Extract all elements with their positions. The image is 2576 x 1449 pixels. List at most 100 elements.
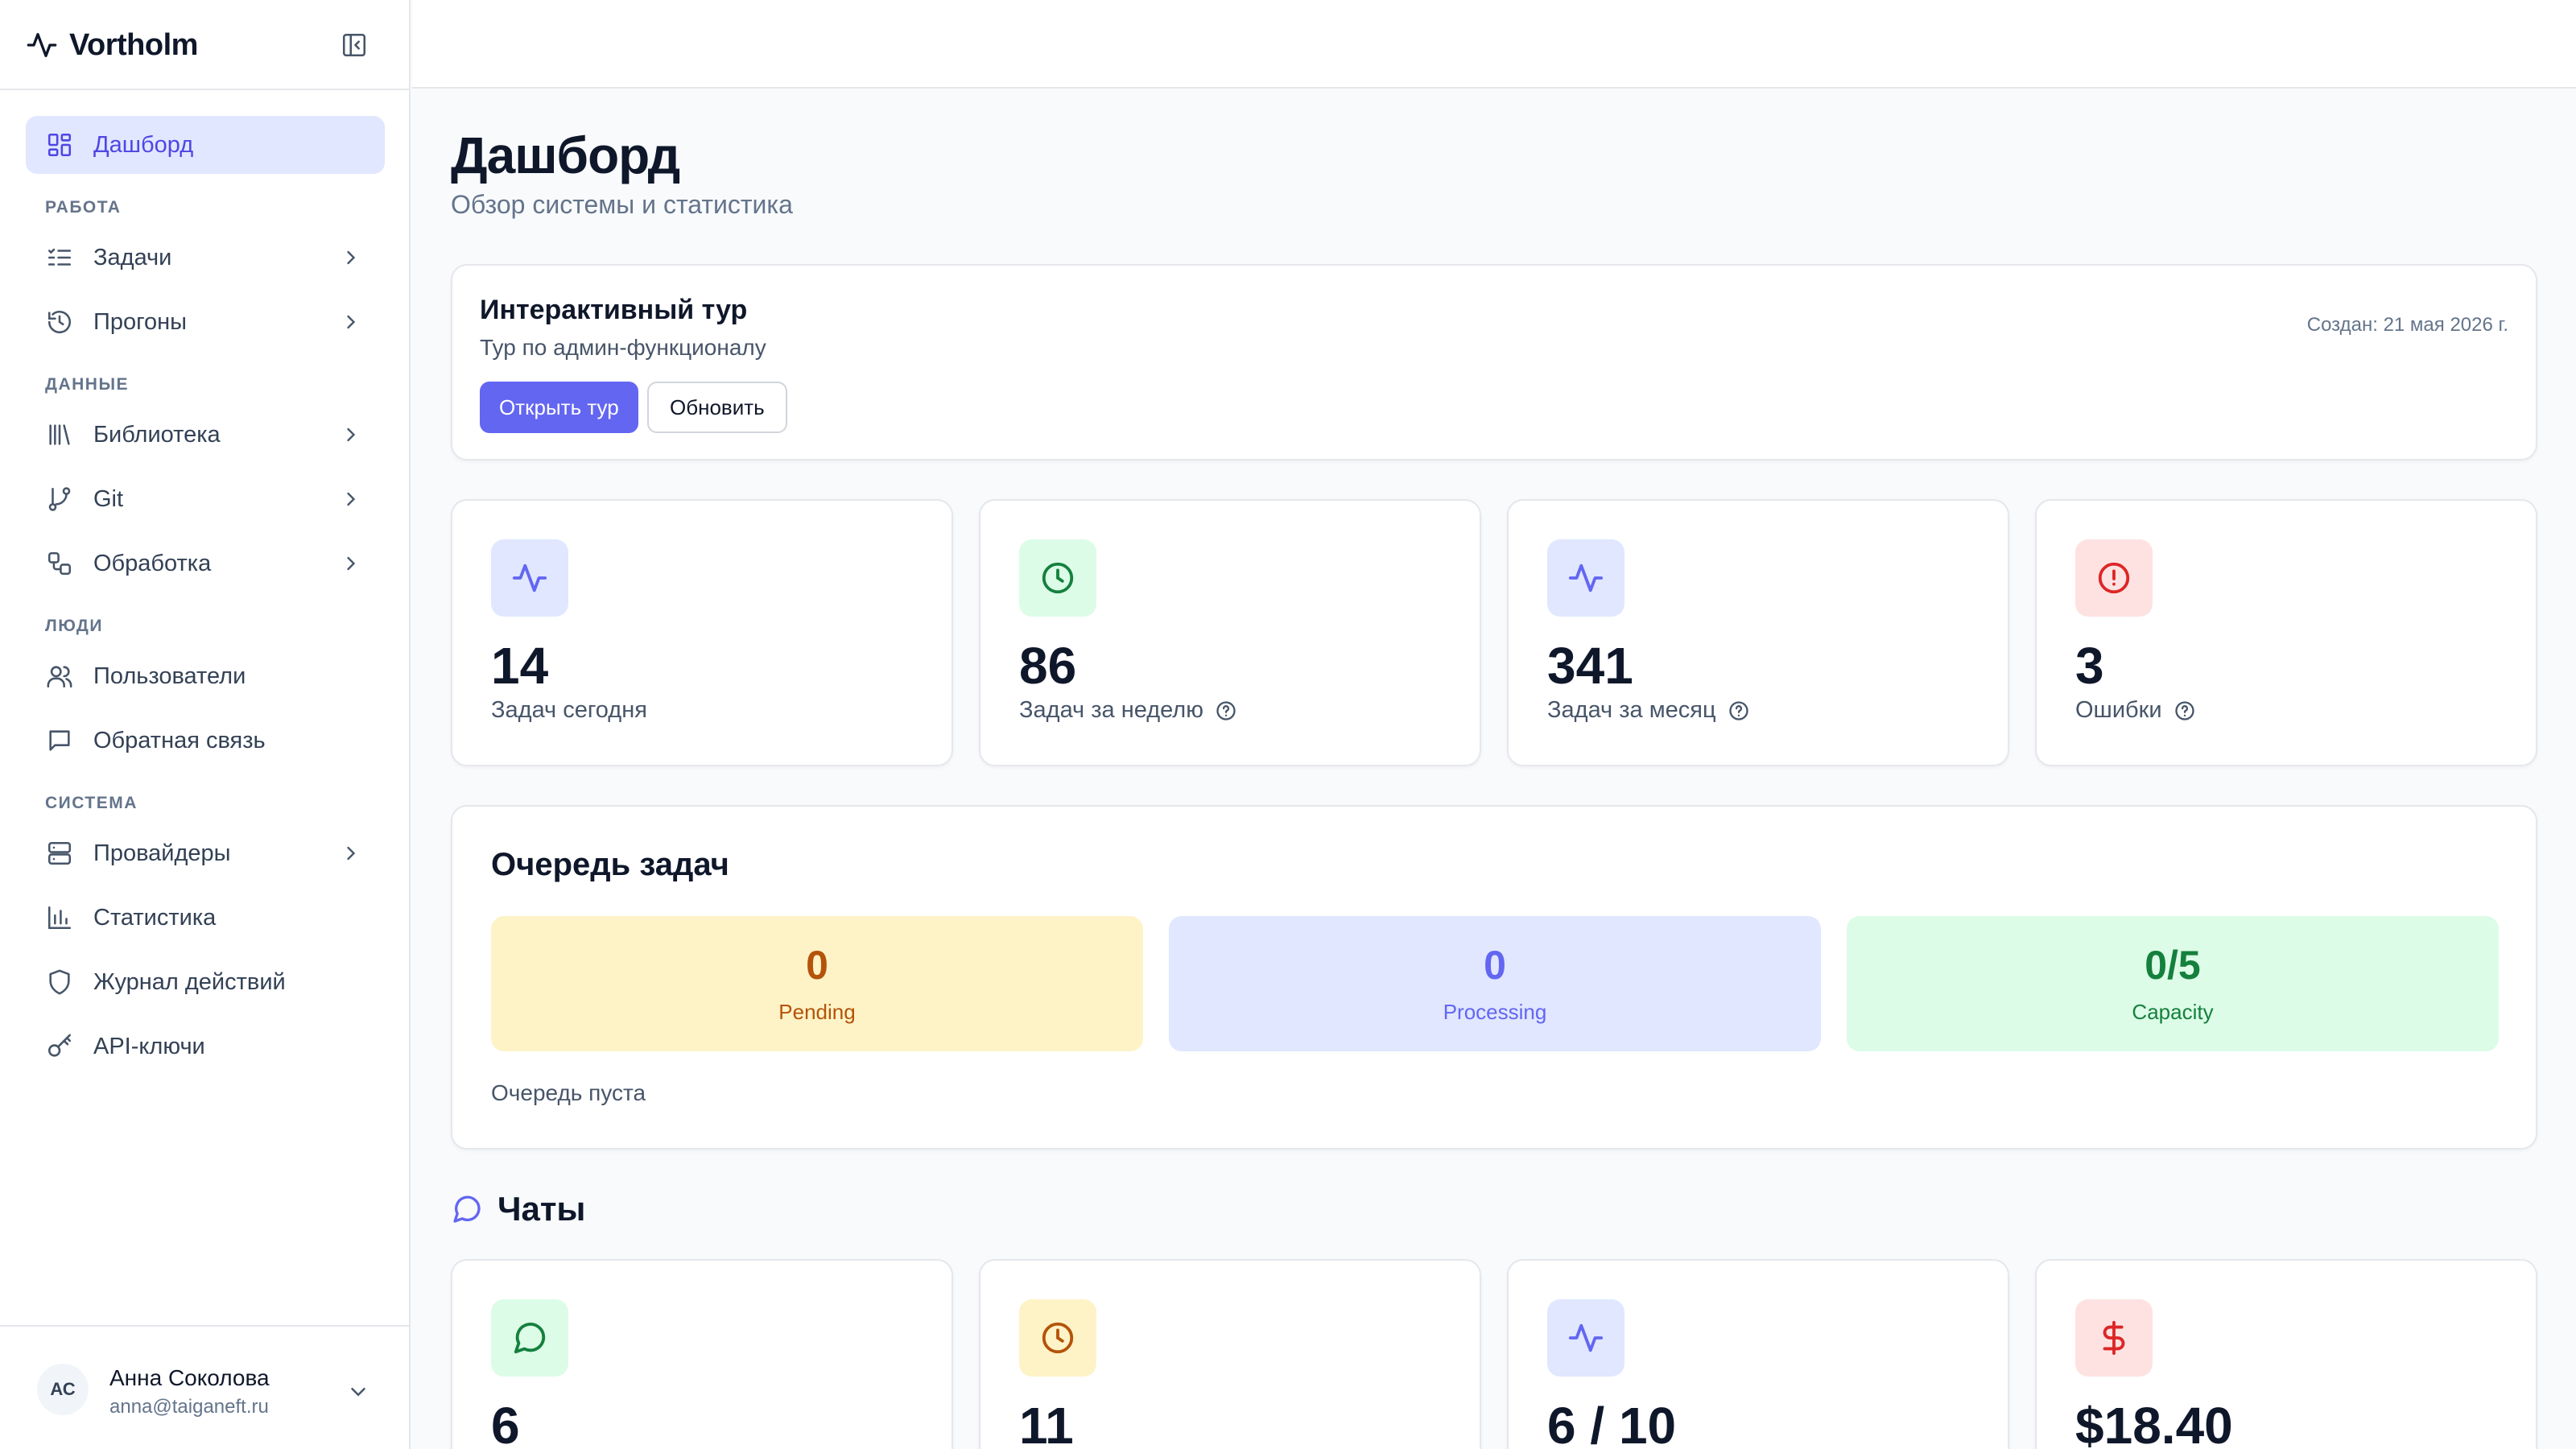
sidebar-item-dashboard[interactable]: Дашборд: [26, 116, 385, 174]
chevron-right-icon: [347, 492, 356, 506]
sidebar-item-git[interactable]: Git: [26, 470, 385, 528]
stat-card-errors: 3 Ошибки: [2035, 499, 2537, 766]
brand[interactable]: Vortholm: [26, 23, 198, 68]
queue-title: Очередь задач: [491, 847, 729, 882]
workflow-icon: [45, 549, 74, 578]
chevron-right-icon: [347, 315, 356, 329]
sidebar-item-label: Задачи: [93, 244, 172, 270]
sidebar-item-tasks[interactable]: Задачи: [26, 229, 385, 287]
collapse-sidebar-button[interactable]: [338, 29, 370, 61]
sidebar-item-feedback[interactable]: Обратная связь: [26, 712, 385, 770]
stat-card-tasks-week: 86 Задач за неделю: [979, 499, 1481, 766]
nav-section-title: РАБОТА: [45, 198, 122, 217]
sidebar-item-label: Провайдеры: [93, 840, 231, 866]
sidebar-item-label: Библиотека: [93, 421, 221, 448]
stat-label: Задач сегодня: [491, 697, 647, 724]
dollar-icon: [2075, 1299, 2153, 1377]
nav-section-title: ЛЮДИ: [45, 617, 103, 635]
sidebar-item-label: Git: [93, 485, 124, 512]
stat-label: Задач за неделю: [1019, 697, 1237, 724]
chats-heading: Чаты: [451, 1190, 585, 1228]
activity-icon: [491, 539, 568, 617]
sidebar-item-library[interactable]: Библиотека: [26, 406, 385, 464]
stat-label: Задач за месяц: [1547, 697, 1750, 724]
stat-value: 341: [1547, 637, 1633, 695]
sidebar-item-label: Прогоны: [93, 308, 188, 335]
alert-circle-icon: [2075, 539, 2153, 617]
stat-label-text: Задач сегодня: [491, 697, 647, 723]
stat-value: 3: [2075, 637, 2104, 695]
tour-title: Интерактивный тур: [480, 295, 748, 325]
user-menu[interactable]: АС Анна Соколова anna@taiganeft.ru: [0, 1325, 411, 1449]
refresh-button[interactable]: Обновить: [647, 382, 787, 433]
sidebar-nav: Дашборд РАБОТА Задачи Прогоны ДАННЫЕ Биб…: [26, 116, 385, 1082]
server-icon: [45, 839, 74, 868]
tour-created-date: Создан: 21 мая 2026 г.: [2306, 314, 2508, 336]
queue-value: 0: [806, 943, 828, 988]
message-circle-icon: [453, 1195, 481, 1223]
chevron-right-icon: [347, 427, 356, 442]
chevron-right-icon: [347, 846, 356, 861]
stat-value: $18.40: [2075, 1397, 2233, 1449]
sidebar-item-label: Пользователи: [93, 663, 246, 689]
sidebar-item-label: API-ключи: [93, 1033, 205, 1059]
stat-value: 11: [1019, 1397, 1074, 1449]
brand-name: Vortholm: [69, 27, 198, 62]
users-icon: [45, 662, 74, 691]
sidebar-item-runs[interactable]: Прогоны: [26, 293, 385, 351]
help-circle-icon[interactable]: [1215, 700, 1237, 722]
grid-icon: [45, 130, 74, 159]
queue-capacity: 0/5 Capacity: [1847, 916, 2499, 1051]
queue-value: 0/5: [2145, 943, 2201, 988]
git-branch-icon: [45, 485, 74, 514]
sidebar-item-label: Дашборд: [93, 131, 194, 158]
open-tour-button[interactable]: Открыть тур: [480, 382, 638, 433]
sidebar-item-label: Журнал действий: [93, 968, 286, 995]
queue-label: Pending: [778, 1000, 856, 1024]
history-icon: [45, 308, 74, 336]
queue-pending: 0 Pending: [491, 916, 1143, 1051]
sidebar-item-providers[interactable]: Провайдеры: [26, 824, 385, 882]
sidebar-item-audit-log[interactable]: Журнал действий: [26, 953, 385, 1011]
queue-label: Capacity: [2132, 1000, 2214, 1024]
activity-icon: [1547, 539, 1624, 617]
avatar: АС: [37, 1364, 89, 1415]
message-square-icon: [45, 726, 74, 755]
chevron-right-icon: [347, 250, 356, 265]
chevron-right-icon: [347, 556, 356, 571]
tour-description: Тур по админ-функционалу: [480, 335, 766, 360]
task-queue-card: Очередь задач 0 Pending 0 Processing 0/5…: [451, 805, 2537, 1150]
page-title: Дашборд: [451, 126, 680, 184]
clock-icon: [1019, 539, 1096, 617]
nav-section-title: СИСТЕМА: [45, 794, 138, 812]
stat-label-text: Задач за неделю: [1019, 697, 1203, 723]
key-icon: [45, 1032, 74, 1061]
stat-value: 6: [491, 1397, 520, 1449]
chat-stat-card: 6 / 10: [1507, 1259, 2009, 1449]
help-circle-icon[interactable]: [2174, 700, 2196, 722]
nav-section-title: ДАННЫЕ: [45, 375, 130, 394]
sidebar-item-api-keys[interactable]: API-ключи: [26, 1018, 385, 1075]
stat-value: 14: [491, 637, 549, 695]
sidebar: Vortholm Дашборд РАБОТА Задачи Прогоны Д…: [0, 0, 411, 1449]
sidebar-item-processing[interactable]: Обработка: [26, 535, 385, 592]
queue-label: Processing: [1443, 1000, 1547, 1024]
stat-label-text: Ошибки: [2075, 697, 2162, 723]
stat-value: 86: [1019, 637, 1077, 695]
stat-card-tasks-today: 14 Задач сегодня: [451, 499, 953, 766]
sidebar-item-users[interactable]: Пользователи: [26, 647, 385, 705]
chat-stat-card: 6: [451, 1259, 953, 1449]
queue-processing: 0 Processing: [1169, 916, 1821, 1051]
help-circle-icon[interactable]: [1728, 700, 1750, 722]
bar-chart-icon: [45, 903, 74, 932]
panel-left-icon: [342, 33, 366, 57]
library-icon: [45, 420, 74, 449]
shield-icon: [45, 968, 74, 997]
sidebar-item-statistics[interactable]: Статистика: [26, 889, 385, 947]
chevron-down-icon[interactable]: [346, 1380, 370, 1404]
queue-empty-text: Очередь пуста: [491, 1080, 646, 1105]
sidebar-item-label: Обработка: [93, 550, 212, 576]
user-email: anna@taiganeft.ru: [109, 1396, 269, 1418]
stat-card-tasks-month: 341 Задач за месяц: [1507, 499, 2009, 766]
clock-icon: [1019, 1299, 1096, 1377]
